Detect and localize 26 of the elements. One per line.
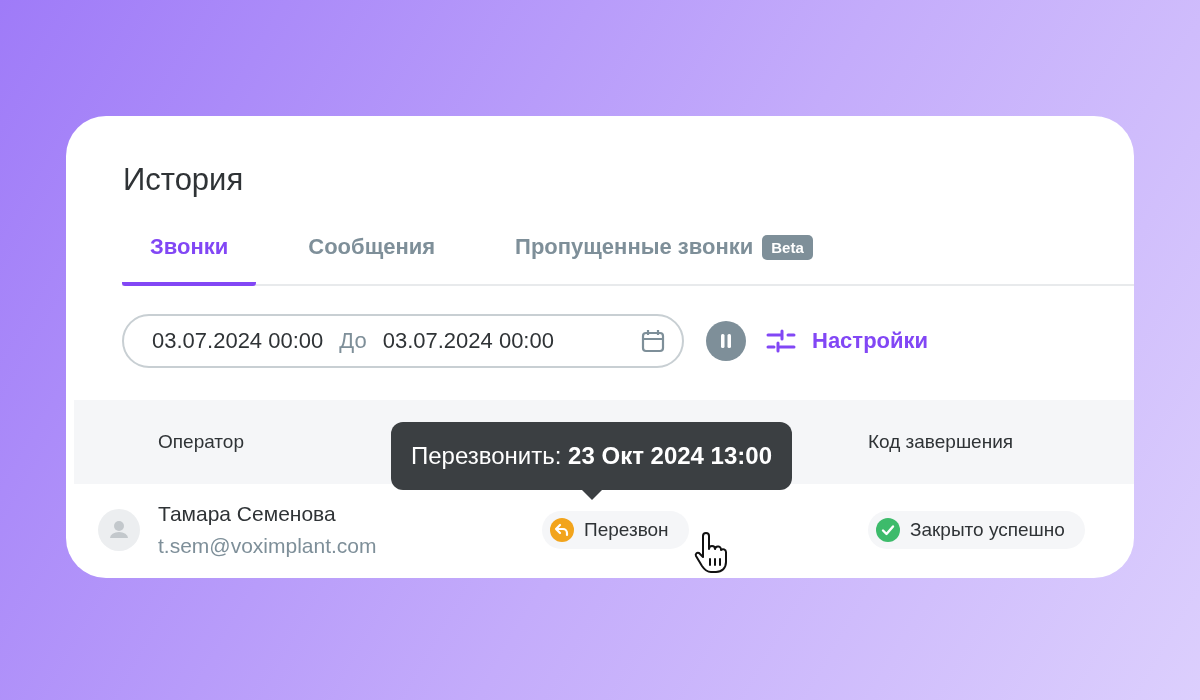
hand-cursor-icon bbox=[694, 532, 728, 574]
tab[interactable]: Звонки bbox=[122, 226, 257, 286]
page-title: История bbox=[122, 161, 245, 199]
pause-button[interactable] bbox=[706, 321, 746, 361]
column-header: Код завершения bbox=[868, 431, 1015, 453]
operator-name: Тамара Семенова bbox=[158, 502, 337, 526]
column-header: Оператор bbox=[158, 431, 245, 453]
beta-badge: Beta bbox=[762, 234, 813, 260]
status-chip: Перезвон bbox=[542, 511, 689, 549]
tooltip: Перезвонить: 23 Окт 2024 13:00 bbox=[391, 422, 792, 490]
sliders-icon bbox=[766, 329, 796, 353]
calendar-icon[interactable] bbox=[640, 328, 666, 354]
pause-icon bbox=[720, 334, 732, 348]
tooltip-pointer-icon bbox=[581, 490, 602, 500]
callback-icon bbox=[550, 518, 574, 542]
date-from: 03.07.2024 00:00 bbox=[152, 328, 324, 354]
date-range-field[interactable]: 03.07.2024 00:00 До 03.07.2024 00:00 bbox=[122, 314, 684, 368]
result-chip: Закрыто успешно bbox=[868, 511, 1085, 549]
date-to: 03.07.2024 00:00 bbox=[382, 328, 554, 354]
settings-button[interactable]: Настройки bbox=[766, 328, 929, 354]
operator-email: t.sem@voximplant.com bbox=[158, 534, 378, 558]
range-separator: До bbox=[339, 328, 367, 354]
check-icon bbox=[876, 518, 900, 542]
tab[interactable]: Сообщения bbox=[280, 226, 464, 286]
avatar-icon bbox=[98, 509, 140, 551]
tab[interactable]: Пропущенные звонки Beta bbox=[487, 226, 841, 286]
